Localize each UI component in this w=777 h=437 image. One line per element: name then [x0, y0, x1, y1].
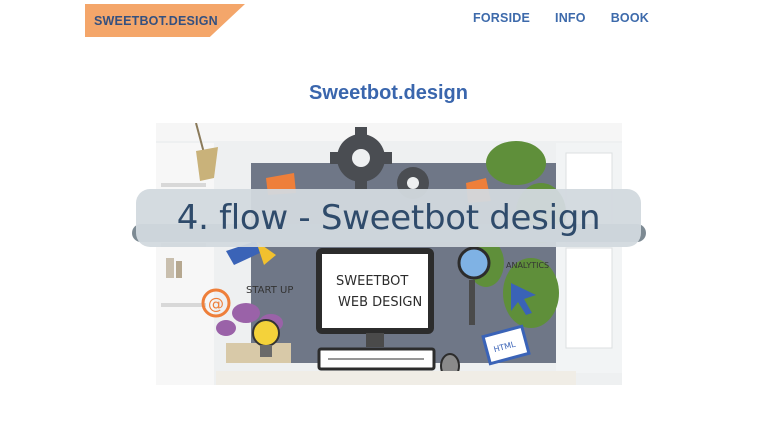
monitor-text-2: WEB DESIGN	[338, 295, 422, 310]
analytics-label: ANALYTICS	[506, 261, 549, 270]
hero-image: START UP @ SWEETBOT WEB DESIGN ANALYTICS	[156, 123, 622, 385]
startup-label: START UP	[246, 285, 293, 296]
nav-forside[interactable]: FORSIDE	[473, 11, 530, 25]
hero-caption-text: 4. flow - Sweetbot design	[176, 198, 601, 238]
site-logo[interactable]: SWEETBOT.DESIGN	[85, 4, 245, 37]
main-nav: FORSIDE INFO BOOK	[473, 11, 649, 25]
svg-text:@: @	[208, 294, 224, 313]
logo-text: SWEETBOT.DESIGN	[94, 14, 218, 28]
nav-info[interactable]: INFO	[555, 11, 586, 25]
page-title: Sweetbot.design	[309, 82, 468, 104]
hero-caption: 4. flow - Sweetbot design	[136, 189, 641, 247]
nav-book[interactable]: BOOK	[611, 11, 649, 25]
monitor-text-1: SWEETBOT	[336, 274, 408, 289]
